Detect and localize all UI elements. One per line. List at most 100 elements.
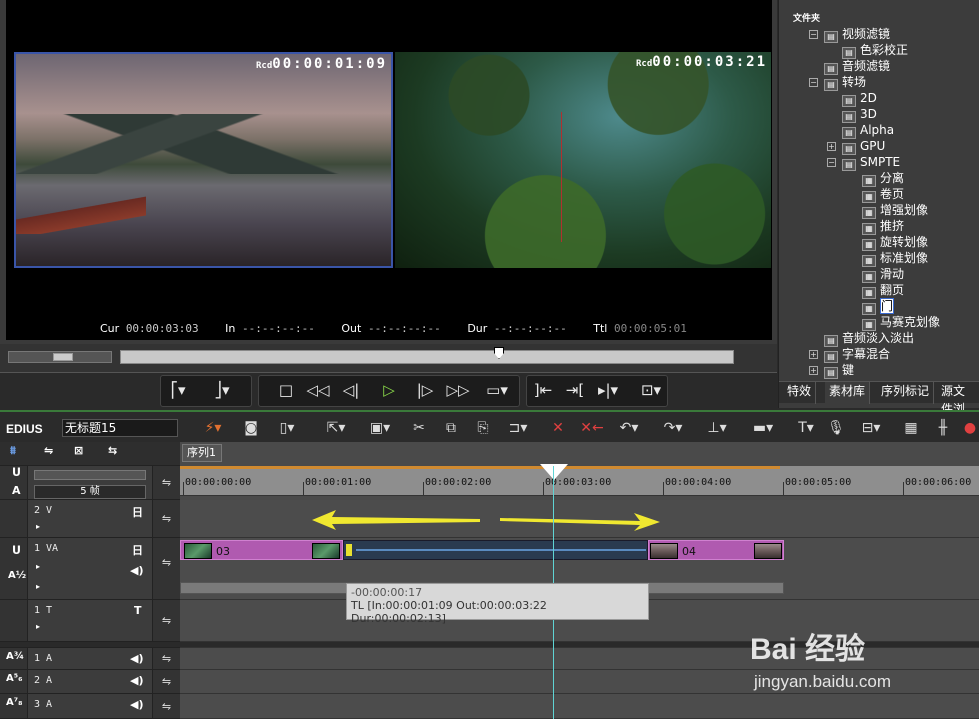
microphone-icon[interactable]: 🎙 <box>826 418 846 438</box>
redo-icon[interactable]: ↷▾ <box>656 418 690 438</box>
rewind-icon[interactable]: ◁◁ <box>306 379 330 401</box>
time-ruler[interactable]: 00:00:00:00 00:00:01:00 00:00:02:00 00:00:0… <box>180 464 979 496</box>
paste-icon[interactable]: ⎘ <box>472 418 494 438</box>
collapse-icon[interactable]: − <box>809 78 818 87</box>
a-icon[interactable]: A <box>12 484 21 497</box>
audio-patch-icon[interactable]: A½ <box>8 570 26 581</box>
undo-icon[interactable]: ↶▾ <box>612 418 646 438</box>
tree-item[interactable]: ▦ 分离 <box>862 170 904 187</box>
track-sync-1a-icon[interactable]: ⇋ <box>162 652 171 665</box>
tab-bin[interactable]: 素材库 <box>825 382 871 404</box>
add-marker-icon[interactable]: ⊥▾ <box>700 418 734 438</box>
prev-edit-icon[interactable]: ]⇤ <box>530 379 556 401</box>
tree-item[interactable]: ▤ 2D <box>842 90 877 107</box>
tree-item[interactable]: − ▤ 视频滤镜 <box>809 26 890 43</box>
transition-handle[interactable] <box>346 544 352 556</box>
expand-icon[interactable]: + <box>827 142 836 151</box>
zoom-slider-knob[interactable] <box>53 353 73 361</box>
title-icon[interactable]: T▾ <box>792 418 820 438</box>
ripple-delete-icon[interactable]: ✕← <box>578 418 606 438</box>
a56-icon[interactable]: A⁵₆ <box>6 673 23 684</box>
fast-forward-icon[interactable]: ▷▷ <box>446 379 470 401</box>
delete-icon[interactable]: ✕ <box>544 418 572 438</box>
player-left-preview[interactable]: Rcd00:00:01:09 <box>14 52 393 268</box>
expand-1va-audio-icon[interactable]: ▸ <box>36 582 40 591</box>
speaker-1a-icon[interactable]: ◀) <box>130 652 144 665</box>
set-in-icon[interactable]: ⎡▾ <box>168 379 188 401</box>
record-icon[interactable]: ● <box>962 418 978 438</box>
next-edit-icon[interactable]: ⇥[ <box>562 379 588 401</box>
tab-source-browser[interactable]: 源文件浏 <box>937 382 979 416</box>
video-patch-icon[interactable]: ᑌ <box>12 544 21 557</box>
expand-icon[interactable]: + <box>809 366 818 375</box>
sequence-tab[interactable]: 序列1 <box>182 444 222 462</box>
grid-icon[interactable]: ▦ <box>900 418 922 438</box>
link-icon[interactable]: ⊐▾ <box>504 418 532 438</box>
tree-item[interactable]: ▦ 增强划像 <box>862 202 928 219</box>
expand-icon[interactable]: ▸ <box>36 522 40 531</box>
tree-item[interactable]: ▦ 翻页 <box>862 282 904 299</box>
tree-item[interactable]: ▦ 旋转划像 <box>862 234 928 251</box>
track-mode-icon[interactable]: ⊠ <box>74 444 83 457</box>
track-header-1a[interactable]: A¾ 1 A ◀) ⇋ <box>0 648 180 670</box>
tree-item[interactable]: ▤ 音频淡入淡出 <box>824 330 914 347</box>
track-header-2v[interactable]: 2 V 日 ▸ ⇋ <box>0 500 180 538</box>
track-sync-1va-icon[interactable]: ⇋ <box>162 556 171 569</box>
sync-icon[interactable]: ⇋ <box>162 476 171 489</box>
player-right-recorder[interactable]: Rcd00:00:03:21 <box>395 52 771 268</box>
clip-04[interactable]: 04 <box>648 540 784 560</box>
tree-item[interactable]: + ▤ 字幕混合 <box>809 346 890 363</box>
transition-icon[interactable]: ▬▾ <box>744 418 782 438</box>
project-name-field[interactable]: 无标题15 <box>62 419 178 437</box>
a78-icon[interactable]: A⁷₈ <box>6 697 23 708</box>
effect-icon[interactable]: ⚡▾ <box>196 418 230 438</box>
track-header-2a[interactable]: A⁵₆ 2 A ◀) ⇋ <box>0 670 180 694</box>
tree-item[interactable]: ▦ 推挤 <box>862 218 904 235</box>
mixer-icon[interactable]: ╫ <box>932 418 954 438</box>
tree-item[interactable]: − ▤ 转场 <box>809 74 866 91</box>
title-toggle-icon[interactable]: T <box>134 604 142 617</box>
a34-icon[interactable]: A¾ <box>6 651 24 662</box>
tree-item[interactable]: + ▤ GPU <box>827 138 885 155</box>
track-sync-2v-icon[interactable]: ⇋ <box>162 512 171 525</box>
track-header-3a[interactable]: A⁷₈ 3 A ◀) ⇋ <box>0 694 180 719</box>
track-sync-icon[interactable]: ⇋ <box>44 444 53 457</box>
tab-effects[interactable]: 特效 <box>783 382 817 404</box>
overwrite-icon[interactable]: ⊡▾ <box>638 379 664 401</box>
collapse-icon[interactable]: − <box>809 30 818 39</box>
stop-icon[interactable]: □ <box>276 379 296 401</box>
zoom-slider[interactable] <box>8 351 112 363</box>
tree-item[interactable]: ▤ 音频滤镜 <box>824 58 890 75</box>
position-scrub-bar[interactable] <box>120 347 734 364</box>
track-sync-1t-icon[interactable]: ⇋ <box>162 614 171 627</box>
step-back-icon[interactable]: ◁| <box>340 379 362 401</box>
tree-item[interactable]: ▦ 门 <box>862 298 895 315</box>
track-2v-lane[interactable] <box>180 500 979 538</box>
track-header-1va[interactable]: ᑌ A½ 1 VA 日 ◀) ▸ ▸ ⇋ <box>0 538 180 600</box>
expand-1t-icon[interactable]: ▸ <box>36 622 40 631</box>
new-file-icon[interactable]: ▯▾ <box>274 418 300 438</box>
track-link-icon[interactable]: ⇆ <box>108 444 117 457</box>
track-sync-3a-icon[interactable]: ⇋ <box>162 700 171 713</box>
speaker-3a-icon[interactable]: ◀) <box>130 698 144 711</box>
video-toggle-1va-icon[interactable]: 日 <box>132 542 143 558</box>
transition-door[interactable] <box>343 540 648 560</box>
insert-icon[interactable]: ▸|▾ <box>594 379 622 401</box>
tree-item[interactable]: ▦ 卷页 <box>862 186 904 203</box>
track-add-icon[interactable]: ⩩ <box>10 444 16 458</box>
cut-icon[interactable]: ✂ <box>408 418 430 438</box>
tree-item[interactable]: ▤ 色彩校正 <box>842 42 908 59</box>
tree-item[interactable]: + ▤ 键 <box>809 362 854 379</box>
export-icon[interactable]: ⇱▾ <box>318 418 354 438</box>
tree-item[interactable]: ▦ 标准划像 <box>862 250 928 267</box>
track-header-1t[interactable]: 1 T T ▸ ⇋ <box>0 600 180 642</box>
scrub-playhead[interactable] <box>494 347 504 359</box>
render-icon[interactable]: ⊟▾ <box>854 418 888 438</box>
tree-item[interactable]: ▤ 3D <box>842 106 877 123</box>
timeline-zoom-slider[interactable] <box>34 470 146 480</box>
tab-sequence-markers[interactable]: 序列标记 <box>877 382 935 404</box>
zoom-select[interactable]: 5 帧 <box>34 485 146 499</box>
save-icon[interactable]: ▣▾ <box>364 418 396 438</box>
copy-icon[interactable]: ⧉ <box>440 418 462 438</box>
tree-item[interactable]: ▤ Alpha <box>842 122 894 139</box>
